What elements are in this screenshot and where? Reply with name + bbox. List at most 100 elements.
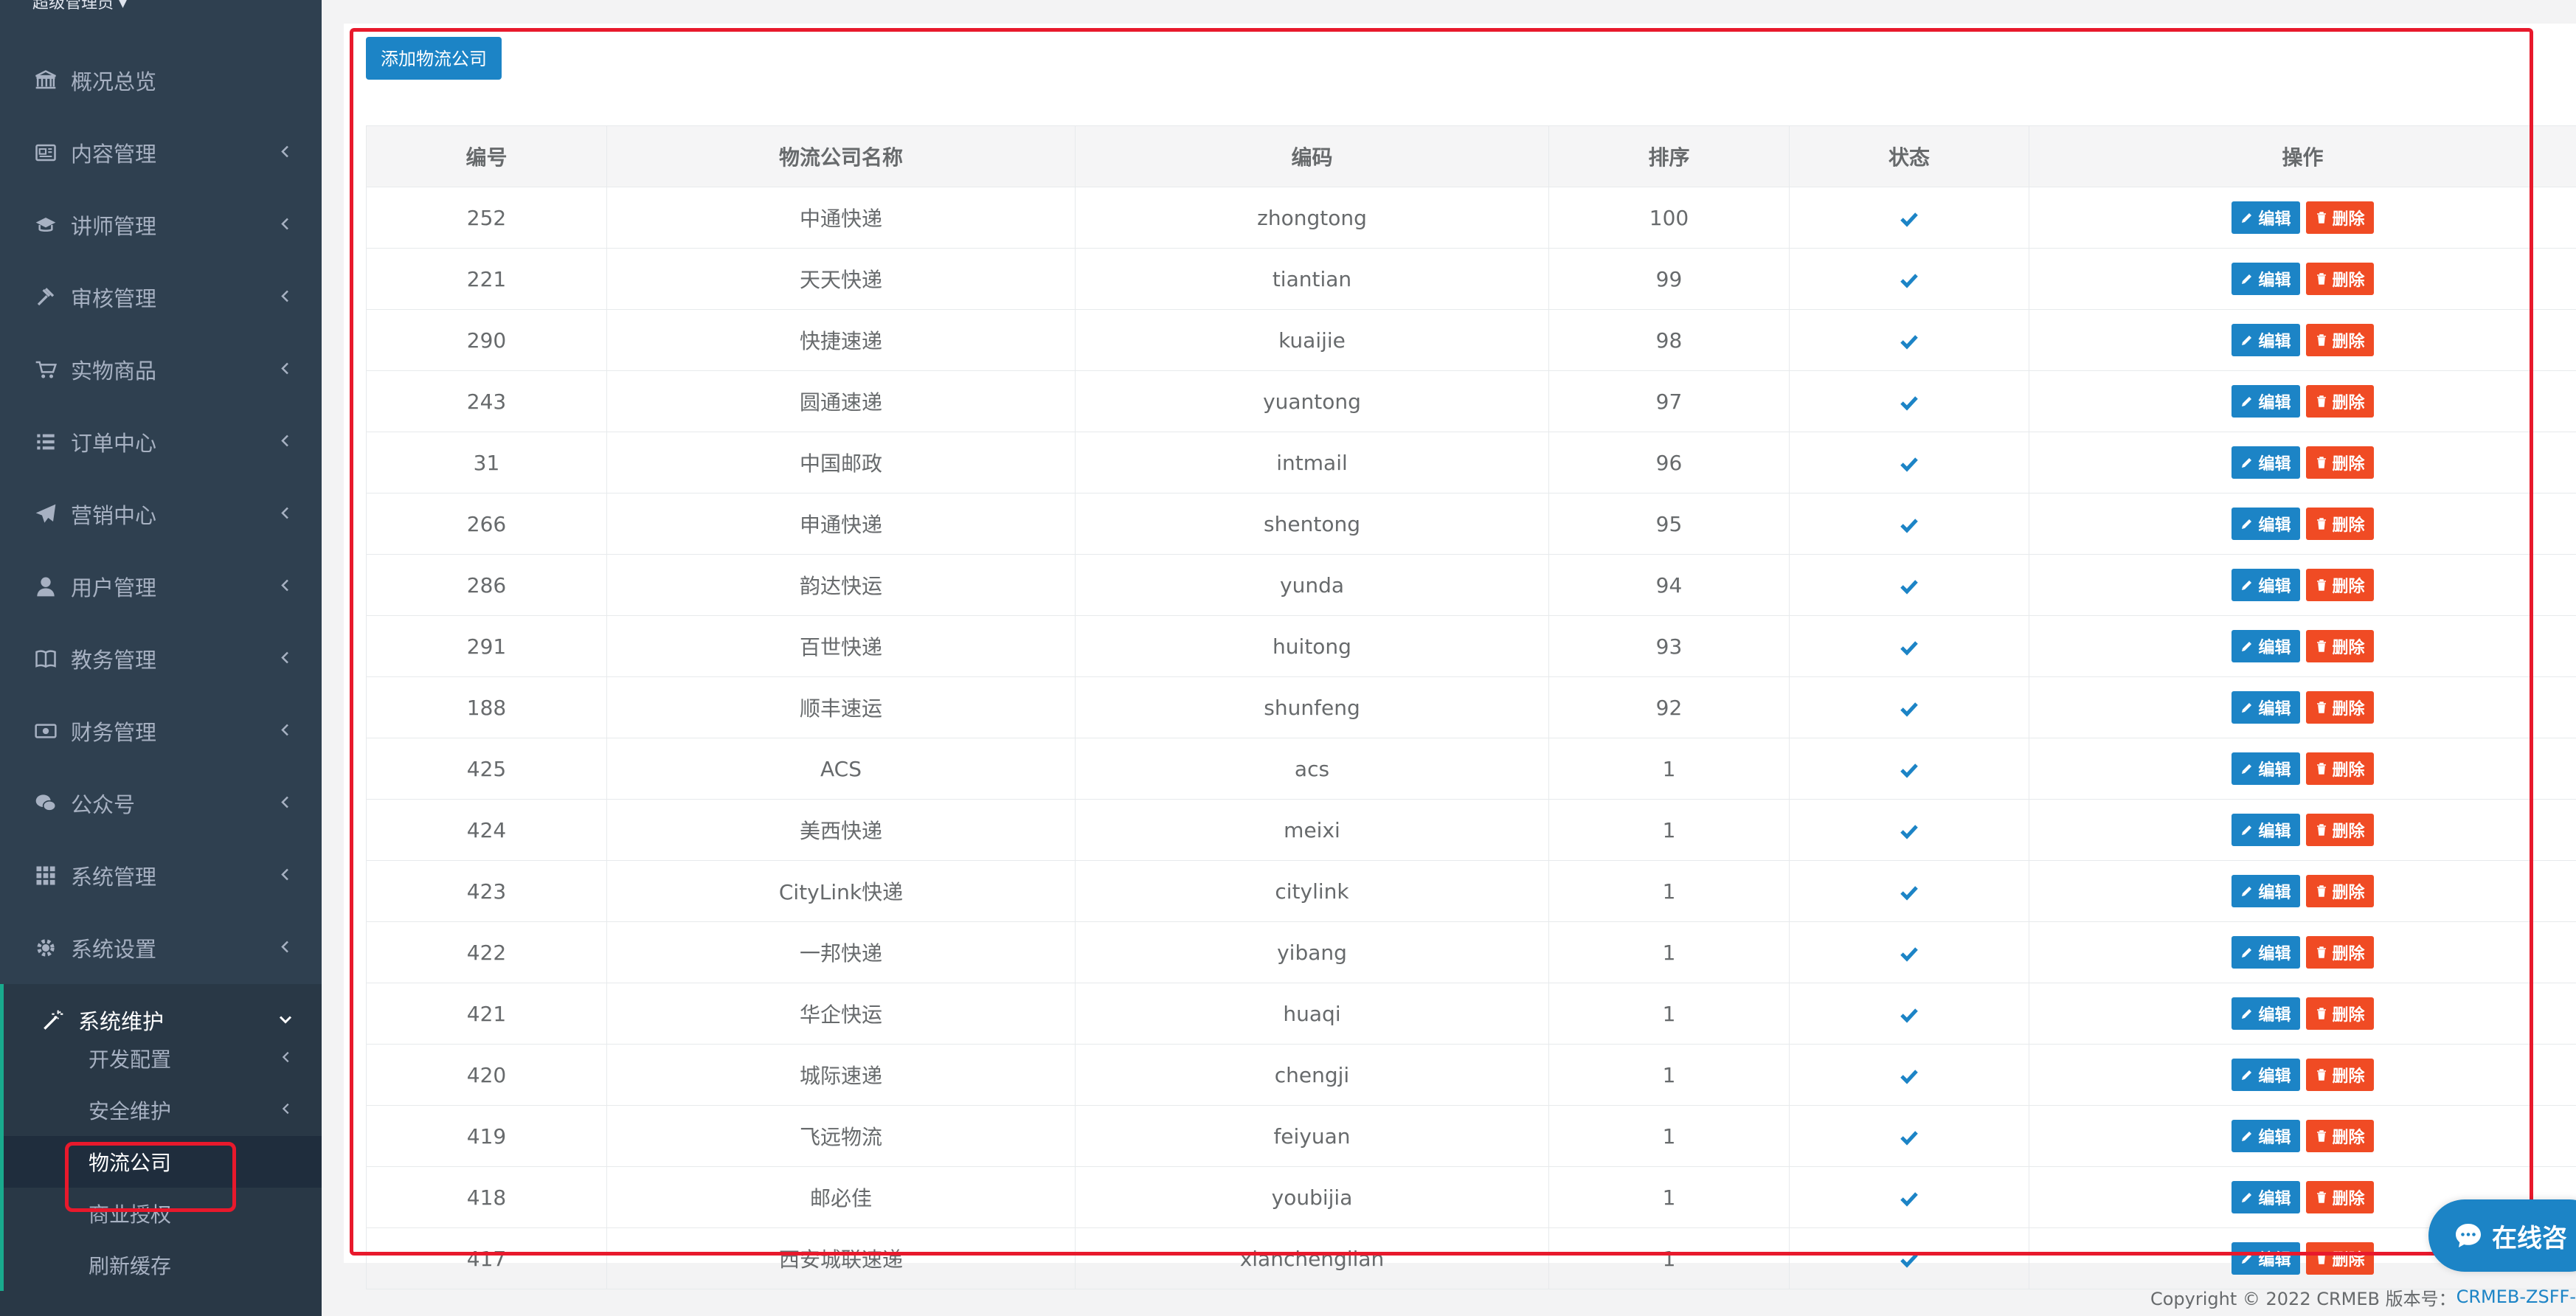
sidebar-item-8[interactable]: 教务管理 bbox=[0, 623, 322, 695]
edit-button[interactable]: 编辑 bbox=[2232, 691, 2300, 724]
cell-code: shentong bbox=[1075, 493, 1549, 555]
sidebar-item-6[interactable]: 营销中心 bbox=[0, 478, 322, 550]
cell-code: tiantian bbox=[1075, 248, 1549, 310]
col-header-sort: 排序 bbox=[1548, 125, 1790, 187]
delete-button[interactable]: 删除 bbox=[2305, 630, 2374, 662]
delete-button[interactable]: 删除 bbox=[2305, 385, 2374, 418]
trash-icon bbox=[2316, 212, 2326, 224]
sidebar-item-1[interactable]: 内容管理 bbox=[0, 117, 322, 189]
delete-button[interactable]: 删除 bbox=[2305, 1059, 2374, 1091]
delete-button[interactable]: 删除 bbox=[2305, 508, 2374, 540]
chevron-left-icon bbox=[279, 1047, 294, 1070]
sidebar-item-2[interactable]: 讲师管理 bbox=[0, 189, 322, 261]
sidebar-item-12[interactable]: 系统设置 bbox=[0, 912, 322, 984]
row-actions: 编辑 删除 bbox=[2029, 1059, 2576, 1091]
footer: Copyright © 2022 CRMEB 版本号： CRMEB-ZSFF- bbox=[2015, 1278, 2576, 1316]
edit-label: 编辑 bbox=[2258, 639, 2291, 657]
delete-button[interactable]: 删除 bbox=[2305, 446, 2374, 479]
delete-button[interactable]: 删除 bbox=[2305, 875, 2374, 907]
trash-icon bbox=[2316, 395, 2326, 407]
cell-actions: 编辑 删除 bbox=[2029, 799, 2576, 861]
edit-button[interactable]: 编辑 bbox=[2232, 1242, 2300, 1275]
sidebar-item-10[interactable]: 公众号 bbox=[0, 767, 322, 839]
table-row: 243 圆通速递 yuantong 97 编辑 删除 bbox=[366, 370, 2576, 432]
col-header-id: 编号 bbox=[366, 125, 607, 187]
delete-button[interactable]: 删除 bbox=[2305, 569, 2374, 601]
cell-name: 邮必佳 bbox=[606, 1166, 1076, 1228]
footer-version-link[interactable]: CRMEB-ZSFF- bbox=[2456, 1286, 2576, 1307]
sidebar-subitem-0[interactable]: 开发配置 bbox=[0, 1033, 322, 1084]
cell-status bbox=[1789, 554, 2029, 616]
sidebar-subitem-3[interactable]: 商业授权 bbox=[0, 1188, 322, 1239]
sidebar-subitem-1[interactable]: 安全维护 bbox=[0, 1084, 322, 1136]
delete-button[interactable]: 删除 bbox=[2305, 814, 2374, 846]
online-consult-button[interactable]: 在线咨 bbox=[2428, 1199, 2576, 1272]
magic-wand-icon bbox=[40, 1007, 66, 1033]
user-role[interactable]: 超级管理员 ▾ bbox=[32, 0, 127, 13]
row-actions: 编辑 删除 bbox=[2029, 936, 2576, 969]
edit-button[interactable]: 编辑 bbox=[2232, 569, 2300, 601]
row-actions: 编辑 删除 bbox=[2029, 446, 2576, 479]
cell-code: huitong bbox=[1075, 615, 1549, 677]
sidebar-item-label: 财务管理 bbox=[71, 720, 157, 745]
sidebar-subitem-2[interactable]: 物流公司 bbox=[0, 1136, 322, 1188]
edit-button[interactable]: 编辑 bbox=[2232, 936, 2300, 969]
sidebar-item-5[interactable]: 订单中心 bbox=[0, 406, 322, 478]
edit-label: 编辑 bbox=[2258, 210, 2291, 229]
edit-button[interactable]: 编辑 bbox=[2232, 1181, 2300, 1213]
edit-button[interactable]: 编辑 bbox=[2232, 263, 2300, 295]
edit-button[interactable]: 编辑 bbox=[2232, 324, 2300, 356]
sidebar-item-4[interactable]: 实物商品 bbox=[0, 333, 322, 406]
delete-button[interactable]: 删除 bbox=[2305, 201, 2374, 234]
table-row: 421 华企快运 huaqi 1 编辑 删除 bbox=[366, 983, 2576, 1045]
pencil-icon bbox=[2242, 397, 2252, 406]
table-row: 221 天天快递 tiantian 99 编辑 删除 bbox=[366, 248, 2576, 310]
edit-button[interactable]: 编辑 bbox=[2232, 875, 2300, 907]
table-row: 31 中国邮政 intmail 96 编辑 删除 bbox=[366, 432, 2576, 494]
edit-button[interactable]: 编辑 bbox=[2232, 508, 2300, 540]
sidebar-item-7[interactable]: 用户管理 bbox=[0, 550, 322, 623]
add-logistics-company-button[interactable]: 添加物流公司 bbox=[366, 37, 502, 80]
sidebar-subitem-label: 刷新缓存 bbox=[89, 1254, 172, 1278]
sidebar-subitem-4[interactable]: 刷新缓存 bbox=[0, 1239, 322, 1291]
cell-sort: 100 bbox=[1548, 187, 1790, 249]
delete-button[interactable]: 删除 bbox=[2305, 1242, 2374, 1275]
sidebar-item-0[interactable]: 概况总览 bbox=[0, 44, 322, 117]
cell-name: ACS bbox=[606, 738, 1076, 800]
delete-button[interactable]: 删除 bbox=[2305, 263, 2374, 295]
sidebar-item-3[interactable]: 审核管理 bbox=[0, 261, 322, 333]
cell-actions: 编辑 删除 bbox=[2029, 1044, 2576, 1106]
chevron-left-icon bbox=[277, 358, 294, 382]
cell-name: 天天快递 bbox=[606, 248, 1076, 310]
delete-button[interactable]: 删除 bbox=[2305, 936, 2374, 969]
edit-button[interactable]: 编辑 bbox=[2232, 752, 2300, 785]
edit-button[interactable]: 编辑 bbox=[2232, 630, 2300, 662]
edit-button[interactable]: 编辑 bbox=[2232, 446, 2300, 479]
delete-button[interactable]: 删除 bbox=[2305, 752, 2374, 785]
delete-label: 删除 bbox=[2332, 945, 2365, 963]
edit-button[interactable]: 编辑 bbox=[2232, 1059, 2300, 1091]
edit-button[interactable]: 编辑 bbox=[2232, 201, 2300, 234]
edit-button[interactable]: 编辑 bbox=[2232, 1120, 2300, 1152]
edit-button[interactable]: 编辑 bbox=[2232, 385, 2300, 418]
delete-button[interactable]: 删除 bbox=[2305, 691, 2374, 724]
cell-actions: 编辑 删除 bbox=[2029, 676, 2576, 738]
edit-button[interactable]: 编辑 bbox=[2232, 997, 2300, 1030]
edit-button[interactable]: 编辑 bbox=[2232, 814, 2300, 846]
pencil-icon bbox=[2242, 1193, 2252, 1202]
table-row: 290 快捷速递 kuaijie 98 编辑 删除 bbox=[366, 309, 2576, 371]
col-header-name: 物流公司名称 bbox=[606, 125, 1076, 187]
delete-label: 删除 bbox=[2332, 210, 2365, 229]
pencil-icon bbox=[2242, 213, 2252, 223]
sidebar-item-11[interactable]: 系统管理 bbox=[0, 839, 322, 912]
delete-label: 删除 bbox=[2332, 271, 2365, 290]
delete-button[interactable]: 删除 bbox=[2305, 997, 2374, 1030]
delete-button[interactable]: 删除 bbox=[2305, 1120, 2374, 1152]
sidebar-item-9[interactable]: 财务管理 bbox=[0, 695, 322, 767]
delete-button[interactable]: 删除 bbox=[2305, 1181, 2374, 1213]
check-icon bbox=[1900, 763, 1918, 778]
delete-button[interactable]: 删除 bbox=[2305, 324, 2374, 356]
list-icon bbox=[32, 429, 59, 455]
table-row: 252 中通快递 zhongtong 100 编辑 删除 bbox=[366, 187, 2576, 249]
cell-name: 申通快递 bbox=[606, 493, 1076, 555]
